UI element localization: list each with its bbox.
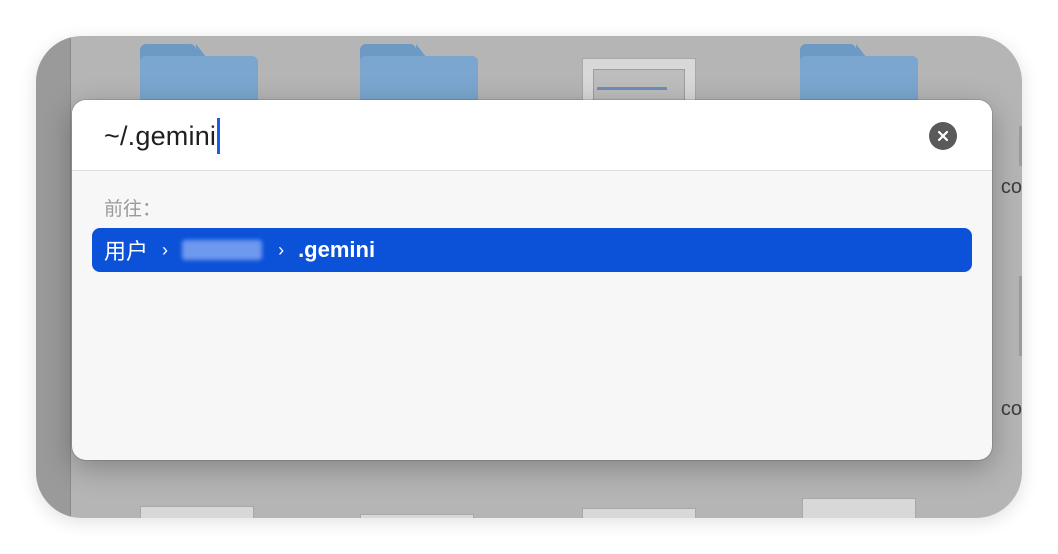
clear-button[interactable] <box>929 122 957 150</box>
chevron-right-icon: › <box>162 239 169 260</box>
document-thumbnail[interactable] <box>582 508 696 518</box>
path-input-value: .gemini <box>127 120 217 151</box>
path-input-bar: ~/ .gemini <box>72 100 992 171</box>
suggestion-row-selected[interactable]: 用户 › username › .gemini <box>92 228 972 272</box>
file-label-fragment: co <box>1000 398 1022 420</box>
divider <box>1019 126 1022 166</box>
document-thumbnail[interactable] <box>360 514 474 518</box>
chevron-right-icon: › <box>278 239 285 260</box>
text-caret <box>217 118 221 154</box>
crumb-users: 用户 <box>104 239 149 264</box>
section-label: 前往： <box>104 199 162 220</box>
path-input[interactable]: ~/ .gemini <box>104 116 221 156</box>
divider <box>1019 276 1022 356</box>
finder-sidebar-edge <box>36 36 71 518</box>
path-prefix: ~/ <box>104 120 128 151</box>
file-label-fragment: co <box>1000 176 1022 198</box>
document-thumbnail[interactable] <box>802 498 916 518</box>
x-circle-icon <box>937 130 949 142</box>
crumb-username-redacted: username <box>182 240 263 260</box>
go-to-folder-dialog: ~/ .gemini 前往： 用户 › username › .gemini <box>72 100 992 460</box>
document-thumbnail[interactable] <box>140 506 254 518</box>
crumb-target-folder: .gemini <box>298 237 376 262</box>
